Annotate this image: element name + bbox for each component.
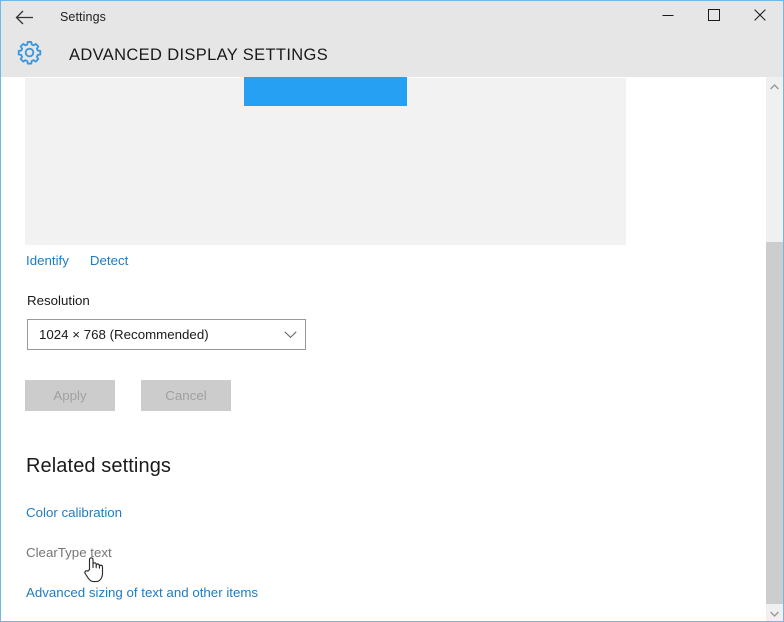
back-arrow-icon bbox=[15, 10, 34, 25]
close-icon bbox=[754, 8, 766, 26]
cleartype-text-link[interactable]: ClearType text bbox=[26, 545, 112, 560]
related-settings-links: Color calibration ClearType text Advance… bbox=[26, 504, 258, 621]
minimize-icon bbox=[662, 8, 674, 26]
related-settings-heading: Related settings bbox=[26, 455, 172, 477]
resolution-label: Resolution bbox=[27, 293, 90, 308]
scroll-down-button[interactable] bbox=[766, 604, 783, 621]
related-link-row: Color calibration bbox=[26, 504, 258, 522]
settings-content: Identify Detect Resolution 1024 × 768 (R… bbox=[1, 77, 783, 621]
window-title: Settings bbox=[60, 10, 106, 24]
scroll-up-arrow-icon bbox=[770, 77, 779, 95]
scrollbar-thumb[interactable] bbox=[766, 242, 783, 604]
chevron-down-icon bbox=[275, 330, 305, 339]
resolution-selected-value: 1024 × 768 (Recommended) bbox=[39, 327, 209, 342]
window-controls bbox=[645, 1, 783, 33]
page-title: ADVANCED DISPLAY SETTINGS bbox=[69, 45, 329, 64]
action-buttons: Apply Cancel bbox=[25, 380, 231, 411]
preview-actions: Identify Detect bbox=[26, 252, 128, 270]
back-button[interactable] bbox=[1, 1, 47, 33]
apply-button[interactable]: Apply bbox=[25, 380, 115, 411]
identify-link[interactable]: Identify bbox=[26, 252, 69, 270]
detect-link[interactable]: Detect bbox=[90, 252, 128, 270]
page-header: ADVANCED DISPLAY SETTINGS bbox=[1, 33, 783, 77]
title-bar: Settings bbox=[1, 1, 783, 33]
maximize-icon bbox=[708, 8, 720, 26]
display-preview-panel[interactable] bbox=[25, 77, 626, 245]
settings-window: Settings ADVANCED DISPLAY SETTINGS Ident… bbox=[0, 0, 784, 622]
resolution-dropdown[interactable]: 1024 × 768 (Recommended) bbox=[27, 319, 306, 350]
scroll-up-button[interactable] bbox=[766, 77, 783, 94]
related-link-row: ClearType text bbox=[26, 544, 258, 562]
settings-gear-wrapper bbox=[12, 38, 46, 72]
vertical-scrollbar[interactable] bbox=[766, 77, 783, 621]
minimize-button[interactable] bbox=[645, 1, 691, 33]
related-link-row: Advanced sizing of text and other items bbox=[26, 584, 258, 602]
advanced-sizing-link[interactable]: Advanced sizing of text and other items bbox=[26, 585, 258, 600]
cancel-button[interactable]: Cancel bbox=[141, 380, 231, 411]
display-monitor-1[interactable] bbox=[244, 77, 407, 106]
color-calibration-link[interactable]: Color calibration bbox=[26, 505, 122, 520]
gear-icon bbox=[16, 39, 43, 71]
close-button[interactable] bbox=[737, 1, 783, 33]
maximize-button[interactable] bbox=[691, 1, 737, 33]
scroll-down-arrow-icon bbox=[770, 604, 779, 622]
